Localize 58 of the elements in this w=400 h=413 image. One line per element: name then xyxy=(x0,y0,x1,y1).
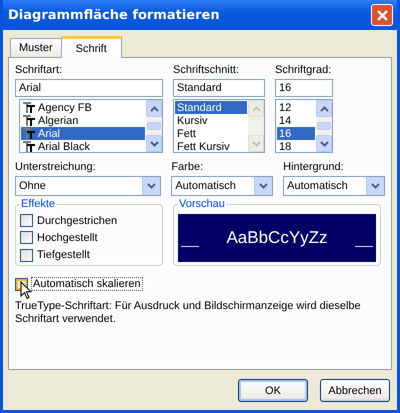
chevron-up-icon[interactable] xyxy=(150,106,158,112)
text-field[interactable]: Standard xyxy=(173,79,265,97)
list-item[interactable]: Kursiv xyxy=(175,114,247,127)
tab[interactable]: Schrift xyxy=(60,36,122,58)
list-box[interactable]: 12 14 16 18 xyxy=(275,99,333,153)
list-item[interactable]: Fett Kursiv xyxy=(175,140,247,152)
field-label: Schriftart: xyxy=(15,64,64,78)
text-field[interactable]: 16 xyxy=(275,79,333,97)
chevron-down-icon[interactable] xyxy=(320,140,328,146)
preview-text: AaBbCcYyZz xyxy=(226,228,328,248)
list-box[interactable]: Standard Kursiv Fett Fett Kursiv xyxy=(173,99,265,153)
tab[interactable]: Muster xyxy=(10,38,62,57)
list-item[interactable]: Standard xyxy=(175,101,247,114)
field-label: Schriftgrad: xyxy=(275,64,332,78)
checkbox[interactable]: Tiefgestellt xyxy=(20,248,158,263)
field-label: Hintergrund: xyxy=(283,161,345,175)
list-item[interactable]: 14 xyxy=(277,114,315,127)
window-title: Diagrammfläche formatieren xyxy=(8,8,220,22)
scrollbar[interactable] xyxy=(316,100,332,152)
checkbox[interactable]: Hochgestellt xyxy=(20,230,158,246)
mouse-pointer-icon xyxy=(20,281,32,300)
chevron-up-icon[interactable] xyxy=(320,106,328,112)
group-title: Effekte xyxy=(20,198,56,210)
scroll-thumb[interactable] xyxy=(317,122,331,130)
field-label: Unterstreichung: xyxy=(15,161,97,175)
dropdown[interactable]: Automatisch xyxy=(283,176,386,196)
list-item[interactable]: 16 xyxy=(277,127,315,140)
chevron-down-icon xyxy=(147,183,156,189)
list-item[interactable]: Arial xyxy=(21,127,145,140)
list-item[interactable]: Arial Black xyxy=(21,140,145,152)
list-item[interactable]: Algerian xyxy=(21,114,145,127)
truetype-icon xyxy=(23,102,36,113)
truetype-icon xyxy=(23,128,36,139)
close-icon xyxy=(376,8,388,22)
dialog-button[interactable]: OK xyxy=(238,379,308,402)
dropdown[interactable]: Automatisch xyxy=(171,176,274,196)
chevron-down-icon xyxy=(371,183,380,189)
info-text: TrueType-Schriftart: Für Ausdruck und Bildschirmanzeige wird dieselbe Schriftart verwendet. xyxy=(15,300,362,326)
checkbox[interactable]: Automatisch skalieren xyxy=(15,276,142,292)
list-item[interactable]: Fett xyxy=(175,127,247,140)
list-item[interactable]: 12 xyxy=(277,101,315,114)
group-title: Vorschau xyxy=(178,198,226,210)
dialog-button[interactable]: Abbrechen xyxy=(320,379,390,402)
field-label: Farbe: xyxy=(171,161,204,175)
list-item[interactable]: Agency FB xyxy=(21,101,145,114)
scroll-thumb[interactable] xyxy=(147,122,161,130)
text-field[interactable]: Arial xyxy=(15,79,163,97)
dropdown[interactable]: Ohne xyxy=(15,176,162,196)
scrollbar[interactable] xyxy=(146,100,162,152)
chevron-down-icon[interactable] xyxy=(150,140,158,146)
checkbox[interactable]: Durchgestrichen xyxy=(20,213,158,228)
close-button[interactable] xyxy=(371,4,393,26)
chevron-down-icon xyxy=(259,183,268,189)
list-box[interactable]: Agency FB Algerian Arial Arial Black xyxy=(19,99,163,153)
list-item[interactable]: 18 xyxy=(277,140,315,152)
field-label: Schriftschnitt: xyxy=(173,64,240,78)
truetype-icon xyxy=(23,141,36,152)
truetype-icon xyxy=(23,115,36,126)
